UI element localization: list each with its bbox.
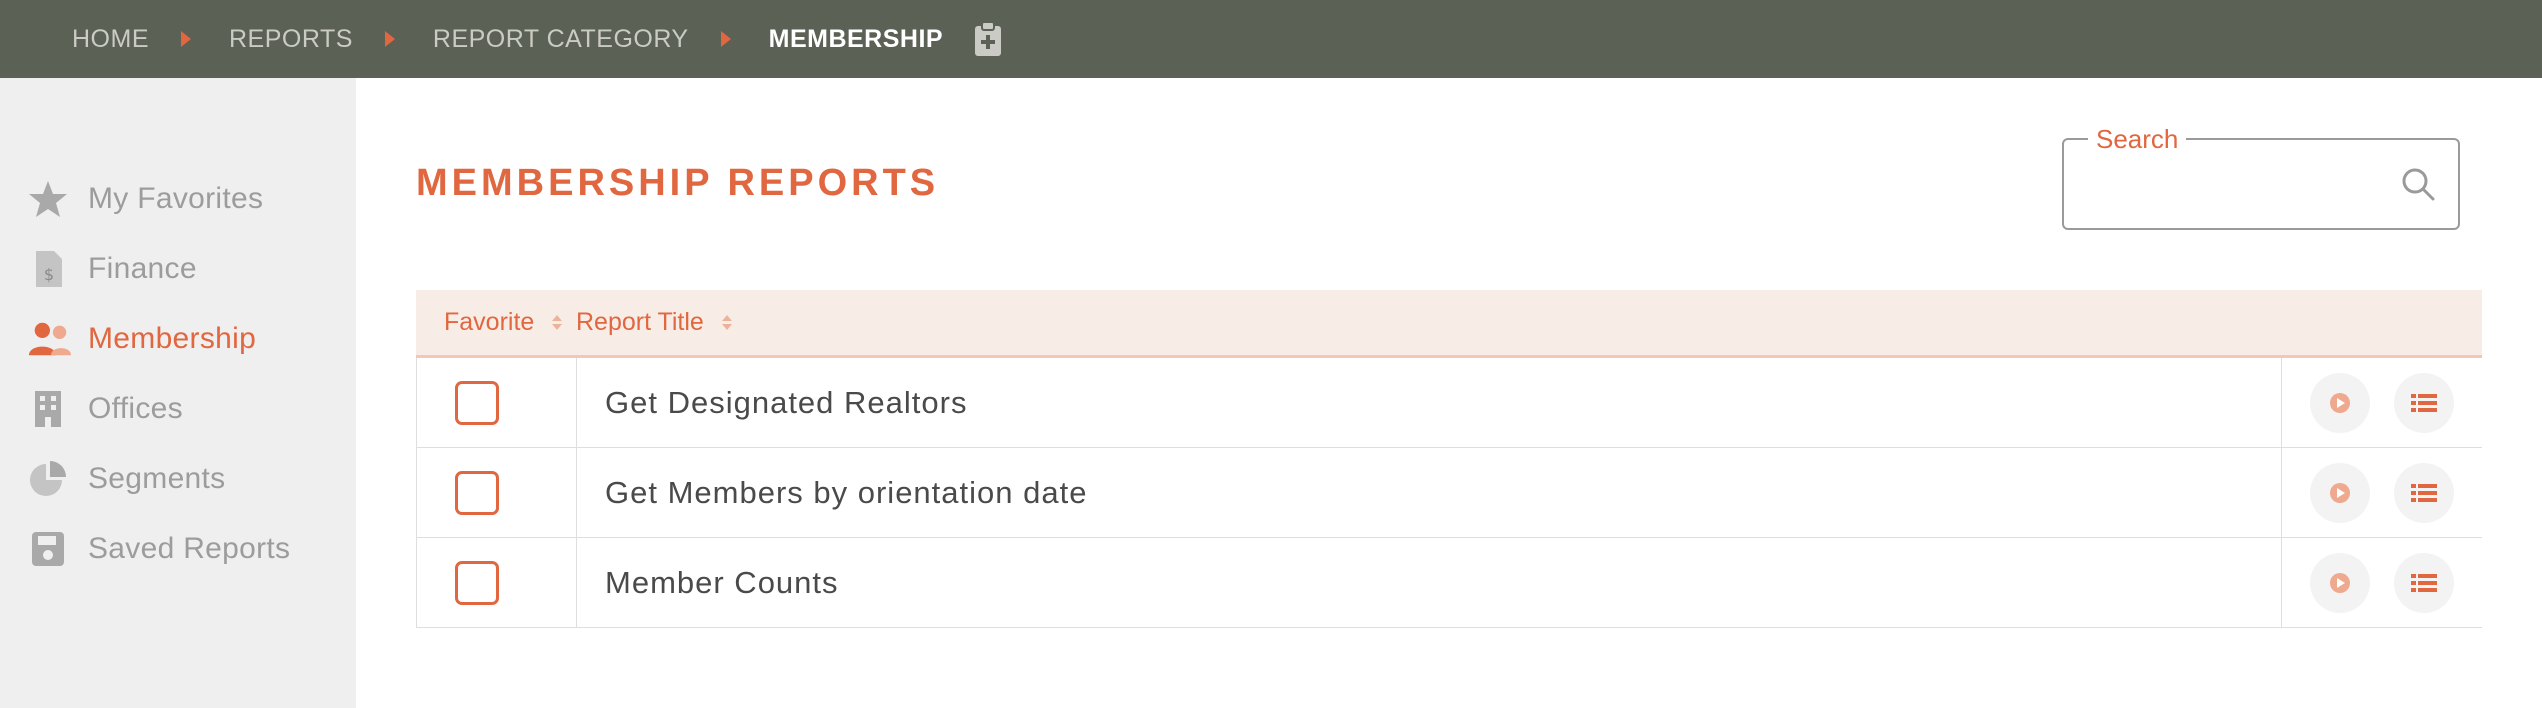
sidebar-item-membership[interactable]: Membership — [0, 304, 356, 374]
column-header-favorite[interactable]: Favorite — [416, 308, 576, 337]
column-header-label: Report Title — [576, 308, 704, 336]
sidebar-item-label: Segments — [88, 462, 226, 495]
sidebar-item-saved-reports[interactable]: Saved Reports — [0, 514, 356, 584]
sidebar-item-offices[interactable]: Offices — [0, 374, 356, 444]
page-title: MEMBERSHIP REPORTS — [416, 162, 940, 204]
sidebar: My Favorites $ Finance Membership Office… — [0, 78, 356, 708]
sidebar-item-segments[interactable]: Segments — [0, 444, 356, 514]
breadcrumb-separator-icon — [384, 31, 395, 47]
column-header-report-title[interactable]: Report Title — [576, 308, 2482, 337]
report-title: Get Designated Realtors — [577, 358, 2282, 447]
table-row: Member Counts — [416, 538, 2482, 628]
run-report-button[interactable] — [2310, 552, 2370, 613]
table-header: Favorite Report Title — [416, 290, 2482, 358]
run-report-button[interactable] — [2310, 462, 2370, 523]
sidebar-item-label: Offices — [88, 392, 183, 425]
favorite-checkbox[interactable] — [455, 470, 499, 515]
search-label: Search — [2088, 124, 2187, 155]
save-icon — [28, 530, 72, 568]
breadcrumb-separator-icon — [720, 31, 731, 47]
building-icon — [28, 390, 72, 428]
favorite-checkbox[interactable] — [455, 560, 499, 605]
view-details-button[interactable] — [2394, 552, 2454, 613]
search-icon[interactable] — [2400, 166, 2436, 207]
sort-icon[interactable] — [552, 315, 563, 330]
play-icon — [2330, 482, 2350, 503]
sidebar-item-my-favorites[interactable]: My Favorites — [0, 164, 356, 234]
star-icon — [28, 180, 72, 218]
breadcrumb-membership: MEMBERSHIP — [768, 24, 944, 53]
users-icon — [28, 320, 72, 358]
breadcrumb-report-category[interactable]: REPORT CATEGORY — [433, 25, 689, 54]
view-details-button[interactable] — [2394, 462, 2454, 523]
pie-chart-icon — [28, 460, 72, 498]
breadcrumb-separator-icon — [181, 31, 191, 47]
report-title: Get Members by orientation date — [577, 448, 2282, 537]
sidebar-item-label: Saved Reports — [88, 532, 291, 565]
report-title: Member Counts — [577, 538, 2282, 627]
view-details-button[interactable] — [2394, 372, 2454, 433]
list-icon — [2411, 393, 2437, 412]
main-content: MEMBERSHIP REPORTS Search Favorite Repor… — [356, 78, 2542, 708]
favorite-checkbox[interactable] — [455, 380, 499, 425]
sidebar-item-finance[interactable]: $ Finance — [0, 234, 356, 304]
search-input[interactable] — [2084, 160, 2384, 208]
breadcrumb-home[interactable]: HOME — [72, 25, 149, 54]
svg-text:$: $ — [44, 265, 54, 284]
breadcrumb-reports[interactable]: REPORTS — [229, 25, 353, 54]
sidebar-item-label: My Favorites — [88, 182, 264, 215]
breadcrumb: HOME REPORTS REPORT CATEGORY MEMBERSHIP — [0, 0, 2542, 78]
list-icon — [2411, 573, 2437, 592]
sort-icon[interactable] — [721, 315, 732, 330]
sidebar-item-label: Finance — [88, 252, 197, 285]
list-icon — [2411, 483, 2437, 502]
run-report-button[interactable] — [2310, 372, 2370, 433]
column-header-label: Favorite — [444, 308, 535, 336]
play-icon — [2330, 392, 2350, 413]
table-row: Get Members by orientation date — [416, 448, 2482, 538]
sidebar-item-label: Membership — [88, 322, 257, 355]
search-field[interactable]: Search — [2062, 124, 2460, 230]
table-row: Get Designated Realtors — [416, 358, 2482, 448]
reports-table: Favorite Report Title Get Designated Rea… — [416, 290, 2482, 628]
clipboard-add-icon[interactable] — [973, 21, 1003, 57]
finance-document-icon: $ — [28, 250, 72, 288]
play-icon — [2330, 572, 2350, 593]
